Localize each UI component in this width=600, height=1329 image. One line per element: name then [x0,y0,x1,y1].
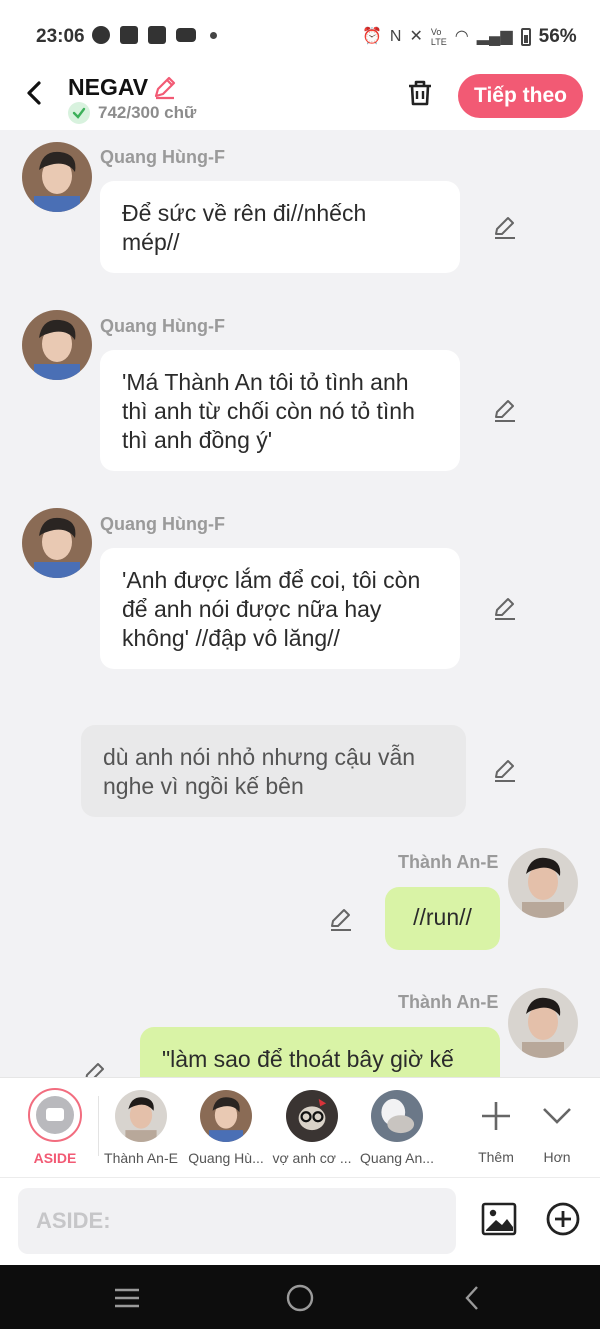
add-circle-icon[interactable] [544,1200,582,1238]
message-line: không' //đập vô lăng// [122,625,340,651]
character-quang-an[interactable]: Quang An... [352,1086,442,1166]
word-count: 742/300 chữ [98,103,197,122]
aside-message-bubble[interactable]: dù anh nói nhỏ nhưng cậu vẫn nghe vì ngồ… [81,725,466,817]
message-bubble[interactable]: Để sức về rên đi//nhếch mép// [100,181,460,273]
message-line: dù anh nói nhỏ nhưng cậu vẫn [103,744,416,770]
navigation-bar [0,1265,600,1329]
volte-icon: Vo LTE [430,27,447,47]
more-characters-button[interactable]: Hơn [512,1086,600,1165]
more-notifications-dot [210,31,217,39]
facebook-icon [92,26,110,44]
sender-name: Thành An-E [398,992,499,1012]
character-quang-hung[interactable]: Quang Hù... [181,1086,271,1166]
alarm-icon: ⏰ [362,28,382,45]
message-line: mép// [122,229,180,255]
avatar-quang-hung[interactable] [22,142,92,212]
check-icon [68,102,90,124]
header: NEGAV 742/300 chữ Tiếp theo [0,72,600,130]
input-area [0,1177,600,1265]
character-label: Quang An... [360,1150,434,1166]
sender-name: Quang Hùng-F [100,147,225,167]
edit-message-pencil-icon[interactable] [82,1060,108,1077]
character-aside[interactable]: ASIDE [10,1086,100,1166]
youtube-icon [176,28,196,42]
battery-icon [520,28,531,46]
status-time: 23:06 [36,26,85,47]
wifi-icon: ◠ [454,28,469,45]
home-icon[interactable] [285,1283,315,1313]
message-line: thì anh đồng ý' [122,427,273,453]
message-line: //run// [413,904,472,930]
message-line: "làm sao để thoát bây giờ kế [162,1046,454,1072]
message-bubble[interactable]: 'Anh được lắm để coi, tôi còn để anh nói… [100,548,460,669]
battery-level: 56% [538,26,577,47]
message-line: thì anh từ chối còn nó tỏ tình [122,398,415,424]
chat-area[interactable]: Quang Hùng-F Để sức về rên đi//nhếch mép… [0,130,600,1077]
message-line: nghe vì ngồi kế bên [103,773,304,799]
plus-icon [482,1102,510,1130]
edit-message-pencil-icon[interactable] [492,397,518,423]
edit-message-pencil-icon[interactable] [492,595,518,621]
notification-icons [92,26,217,44]
chevron-down-icon [543,1108,571,1124]
avatar-quang-hung[interactable] [22,310,92,380]
message-bubble[interactable]: "làm sao để thoát bây giờ kế [140,1027,500,1077]
aside-icon [28,1088,82,1142]
character-vo-anh-co[interactable]: vợ anh cơ ... [267,1086,357,1166]
character-avatar [200,1090,252,1142]
avatar-thanh-an[interactable] [508,848,578,918]
message-bubble[interactable]: 'Má Thành An tôi tỏ tình anh thì anh từ … [100,350,460,471]
message-input[interactable] [18,1188,456,1254]
status-bar: 23:06 ⏰ N ✕ Vo LTE ◠ ▂▄▆ 56% [0,0,600,72]
message-line: Để sức về rên đi//nhếch [122,200,367,226]
character-avatar [286,1090,338,1142]
character-label: vợ anh cơ ... [272,1150,352,1166]
character-label: Quang Hù... [188,1150,264,1166]
character-label: Hơn [543,1149,571,1165]
edit-message-pencil-icon[interactable] [492,214,518,240]
character-selector: ASIDE Thành An-E Quang Hù... vợ anh cơ .… [0,1077,600,1177]
system-icons: ⏰ N ✕ Vo LTE ◠ ▂▄▆ 56% [362,26,577,48]
sender-name: Quang Hùng-F [100,514,225,534]
message-line: 'Anh được lắm để coi, tôi còn [122,567,421,593]
avatar-quang-hung[interactable] [22,508,92,578]
edit-title-pencil-icon[interactable] [152,74,178,100]
sender-name: Quang Hùng-F [100,316,225,336]
system-back-icon[interactable] [458,1283,488,1313]
nfc-icon: N [389,28,402,45]
character-avatar [371,1090,423,1142]
character-label: ASIDE [33,1150,77,1166]
character-avatar [115,1090,167,1142]
mute-icon: ✕ [409,28,423,45]
next-button[interactable]: Tiếp theo [458,74,583,118]
character-thanh-an[interactable]: Thành An-E [96,1086,186,1166]
avatar-thanh-an[interactable] [508,988,578,1058]
message-line: 'Má Thành An tôi tỏ tình anh [122,369,409,395]
message-line: để anh nói được nữa hay [122,596,382,622]
back-arrow-icon[interactable] [22,80,48,106]
mail-app-icon [148,26,166,44]
signal-icon: ▂▄▆ [476,28,513,45]
page-title: NEGAV [68,74,149,100]
character-label: Thành An-E [104,1150,178,1166]
recent-apps-icon[interactable] [112,1283,142,1313]
message-bubble[interactable]: //run// [385,887,500,950]
sender-name: Thành An-E [398,852,499,872]
heart-app-icon [120,26,138,44]
edit-message-pencil-icon[interactable] [492,757,518,783]
image-icon[interactable] [480,1200,518,1238]
edit-message-pencil-icon[interactable] [328,906,354,932]
trash-icon[interactable] [405,78,435,108]
